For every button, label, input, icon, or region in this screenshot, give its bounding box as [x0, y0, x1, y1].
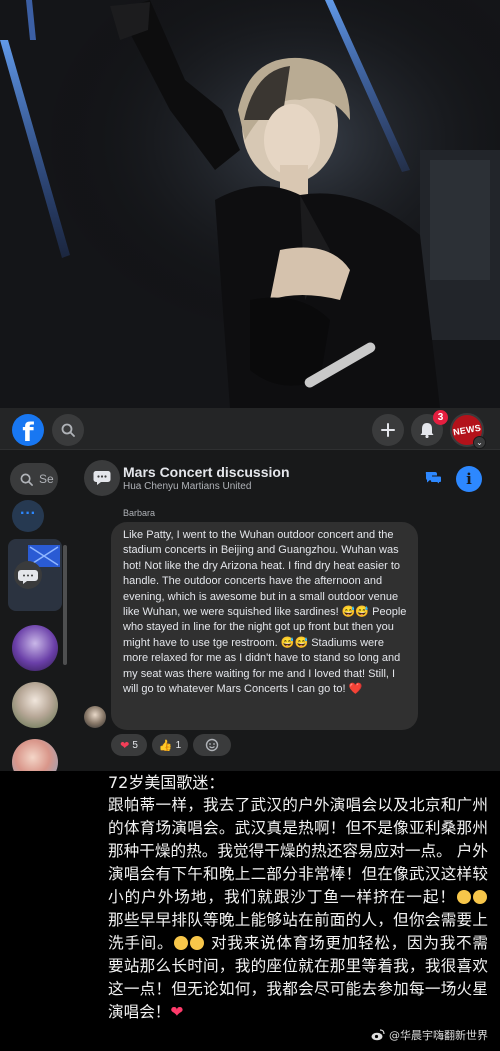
watermark-text: @华晨宇嗨翻新世界: [389, 1029, 488, 1042]
add-reaction-button[interactable]: [193, 734, 231, 756]
heart-reaction[interactable]: ❤ 5: [111, 734, 147, 756]
chat-avatar-portrait[interactable]: [12, 682, 58, 728]
info-icon[interactable]: i: [456, 466, 482, 492]
grinning-sweat-emoji-icon: [174, 936, 189, 950]
sender-name: Barbara: [123, 508, 156, 518]
chinese-translation: 72岁美国歌迷： 跟帕蒂一样，我去了武汉的户外演唱会以及北京和广州的体育场演唱会…: [0, 771, 500, 1051]
notifications-button[interactable]: 3: [411, 410, 448, 446]
chat-avatar-purple[interactable]: [12, 625, 58, 671]
grinning-sweat-emoji-icon: [190, 936, 205, 950]
weibo-watermark: @华晨宇嗨翻新世界: [371, 1027, 488, 1043]
search-placeholder: Se: [39, 472, 54, 486]
facebook-logo-icon[interactable]: f: [12, 414, 44, 446]
search-icon: [20, 473, 33, 486]
thumbs-up-icon: 👍: [158, 739, 173, 752]
message-bubble[interactable]: Like Patty, I went to the Wuhan outdoor …: [111, 522, 418, 730]
weibo-logo-icon: [371, 1029, 385, 1041]
thumbs-up-reaction-count: 1: [175, 739, 182, 751]
search-icon: [61, 423, 75, 437]
heart-icon: ❤: [170, 1003, 184, 1021]
heart-reaction-count: 5: [132, 739, 138, 751]
group-chat-thumbnail: [14, 545, 60, 589]
bell-icon: [420, 423, 434, 438]
chat-bubble-icon: [93, 471, 111, 485]
thumbs-up-reaction[interactable]: 👍 1: [152, 734, 188, 756]
chats-left-rail: Se ···: [0, 451, 67, 771]
translation-body: 跟帕蒂一样，我去了武汉的户外演唱会以及北京和广州的体育场演唱会。武汉真是热啊！但…: [108, 794, 488, 1024]
translation-speaker: 72岁美国歌迷：: [108, 773, 225, 792]
rail-scrollbar[interactable]: [63, 545, 67, 665]
notification-count-badge: 3: [433, 410, 448, 425]
top-navigation-bar: f 3 NEWS ⌄: [0, 408, 500, 450]
translation-part-1: 跟帕蒂一样，我去了武汉的户外演唱会以及北京和广州的体育场演唱会。武汉真是热啊！但…: [108, 796, 488, 906]
selected-chat-highlight[interactable]: [8, 539, 62, 611]
create-button[interactable]: [372, 414, 404, 446]
chat-avatar-pink[interactable]: [12, 739, 58, 771]
chat-subtitle[interactable]: Hua Chenyu Martians United: [123, 481, 251, 492]
more-options-button[interactable]: ···: [12, 500, 44, 532]
add-reaction-icon: [205, 738, 219, 752]
heart-icon: ❤: [120, 739, 130, 752]
plus-icon: [381, 423, 395, 437]
concert-photo: [0, 0, 500, 408]
search-button[interactable]: [52, 414, 84, 446]
chevron-down-icon[interactable]: ⌄: [473, 436, 486, 449]
facebook-window: f 3 NEWS ⌄ Se ··· Mars Concert discussio…: [0, 408, 500, 771]
chat-group-icon[interactable]: [84, 460, 120, 496]
messenger-icon[interactable]: [424, 470, 442, 486]
grinning-sweat-emoji-icon: [473, 890, 487, 904]
chat-search-input[interactable]: Se: [10, 463, 58, 495]
sender-avatar[interactable]: [84, 706, 106, 728]
grinning-sweat-emoji-icon: [457, 890, 471, 904]
chat-title[interactable]: Mars Concert discussion: [123, 464, 290, 480]
